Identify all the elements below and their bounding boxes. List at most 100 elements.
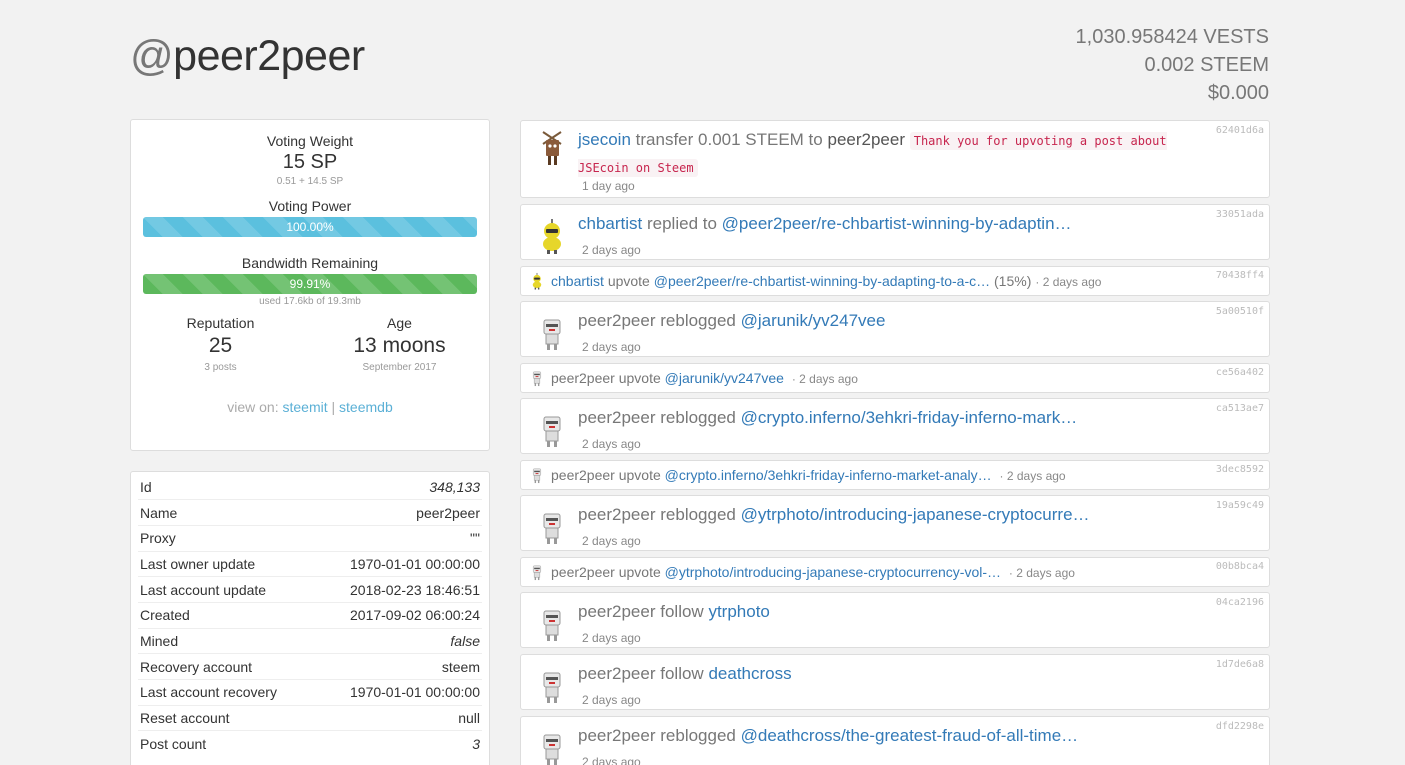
action-verb: upvote [618,370,661,386]
feed-line: peer2peer reblogged @ytrphoto/introducin… [578,505,1090,525]
property-value: steem [314,653,482,680]
action-verb: follow [660,664,704,683]
property-key: Last account recovery [138,679,315,706]
property-value: false [314,627,482,654]
author-link[interactable]: peer2peer [578,505,656,524]
author-link[interactable]: chbartist [578,214,642,233]
property-value: null [314,704,482,731]
voting-weight-label: Voting Weight [266,133,354,149]
time-ago: 2 days ago [582,243,641,257]
author-link[interactable]: peer2peer [578,408,656,427]
author-link[interactable]: peer2peer [551,370,615,386]
page: @peer2peer 1,030.958424 VESTS 0.002 STEE… [0,0,1405,765]
operation-hash: ce56a402 [1215,367,1264,378]
account-properties-panel: Id 348,133 Name peer2peer Proxy "" Last owner … [130,471,490,765]
feed-item: 33051ada chbartist replied to @peer2peer/… [520,204,1270,260]
time-ago: 2 days ago [582,534,641,548]
target-link[interactable]: @crypto.inferno/3ehkri-friday-inferno-ma… [741,408,1078,427]
author-link[interactable]: jsecoin [578,130,631,149]
target-link[interactable]: ytrphoto [708,602,769,621]
property-key: Proxy [138,524,315,552]
property-key: Recovery account [138,653,315,680]
author-link[interactable]: peer2peer [578,726,656,745]
property-row: Name peer2peer [138,499,482,526]
voting-weight-value: 15 SP [282,151,338,173]
author-link[interactable]: chbartist [551,273,604,289]
time-ago: · 2 days ago [1035,275,1102,289]
reputation-age-row: Reputation 25 3 posts Age 13 moons Septe… [131,315,489,373]
feed-item: 04ca2196 peer2peer follow ytrphoto 2 days … [520,592,1270,648]
author-link[interactable]: peer2peer [578,664,656,683]
feed-line: peer2peer upvote @ytrphoto/introducing-j… [551,564,1075,580]
age-label: Age [387,315,412,331]
feed-line: jsecoin transfer 0.001 STEEM to peer2pee… [578,127,1198,181]
reputation-detail: 3 posts [204,362,237,373]
time-ago: 2 days ago [582,755,641,765]
target-link[interactable]: @ytrphoto/introducing-japanese-cryptocur… [665,564,1001,580]
balances: 1,030.958424 VESTS 0.002 STEEM $0.000 [1076,23,1269,107]
time-ago: 2 days ago [582,340,641,354]
target-link[interactable]: @peer2peer/re-chbartist-winning-by-adapt… [722,214,1072,233]
steemit-link[interactable]: steemit [283,399,328,415]
action-verb: reblogged [660,505,736,524]
feed-item-compact: ce56a402 peer2peer upvote @jarunik/yv247v… [520,363,1270,393]
action-verb: follow [660,602,704,621]
avatar [533,605,571,643]
age-block: Age 13 moons September 2017 [310,315,489,373]
target-link[interactable]: @jarunik/yv247vee [665,370,784,386]
action-verb: reblogged [660,726,736,745]
stats-panel: Voting Weight 15 SP 0.51 + 14.5 SP Votin… [130,119,490,451]
steemdb-link[interactable]: steemdb [339,399,393,415]
property-key: Last account update [138,576,315,603]
bandwidth-bar: 99.91% [143,274,477,294]
bandwidth-detail: used 17.6kb of 19.3mb [259,296,361,307]
action-verb: upvote [607,273,650,289]
property-row: Last account recovery 1970-01-01 00:00:00 [138,679,482,706]
action-verb: upvote [618,564,661,580]
operation-hash: 70438ff4 [1215,270,1264,281]
feed-line: peer2peer follow deathcross [578,664,792,684]
feed-line: peer2peer reblogged @deathcross/the-grea… [578,726,1078,746]
username: peer2peer [173,32,365,80]
action-verb: upvote [618,467,661,483]
feed-item-compact: 70438ff4 chbartist upvote @peer2peer/re-c… [520,266,1270,296]
property-value: 3 [314,730,482,757]
feed-item-compact: 00b8bca4 peer2peer upvote @ytrphoto/intro… [520,557,1270,587]
target-link[interactable]: @ytrphoto/introducing-japanese-cryptocur… [741,505,1090,524]
author-link[interactable]: peer2peer [551,564,615,580]
steem-balance: 0.002 STEEM [1144,54,1269,76]
target-link[interactable]: @peer2peer/re-chbartist-winning-by-adapt… [654,273,990,289]
avatar [533,411,571,449]
target-link[interactable]: deathcross [708,664,791,683]
property-value: 1970-01-01 00:00:00 [314,679,482,706]
vests-balance: 1,030.958424 VESTS [1075,26,1269,48]
action-verb: replied to [646,214,717,233]
feed-line: peer2peer reblogged @crypto.inferno/3ehk… [578,408,1077,428]
reputation-value: 25 [208,334,233,357]
property-value: 2018-02-23 18:46:51 [314,576,482,603]
target-link[interactable]: @deathcross/the-greatest-fraud-of-all-ti… [741,726,1079,745]
property-key: Id [140,478,152,495]
author-link[interactable]: peer2peer [578,311,656,330]
avatar [528,563,546,581]
action-verb: reblogged [660,408,736,427]
time-ago: 2 days ago [582,437,641,451]
author-link[interactable]: peer2peer [578,602,656,621]
property-row: Last account update 2018-02-23 18:46:51 [138,576,482,603]
avatar [528,466,546,484]
voting-power-label: Voting Power [268,198,352,214]
target-link[interactable]: @jarunik/yv247vee [741,311,886,330]
property-row: Recovery account steem [138,653,482,680]
property-value: "" [314,524,482,552]
operation-hash: 5a00510f [1215,306,1264,317]
avatar [533,125,571,173]
avatar [533,314,571,352]
feed-line: chbartist replied to @peer2peer/re-chbar… [578,214,1072,234]
property-row: Created 2017-09-02 06:00:24 [138,601,482,629]
action-verb: reblogged [660,311,736,330]
transfer-recipient: peer2peer [827,130,905,149]
target-link[interactable]: @crypto.inferno/3ehkri-friday-inferno-ma… [665,467,992,483]
reputation-block: Reputation 25 3 posts [131,315,310,373]
age-value: 13 moons [353,334,446,357]
author-link[interactable]: peer2peer [551,467,615,483]
